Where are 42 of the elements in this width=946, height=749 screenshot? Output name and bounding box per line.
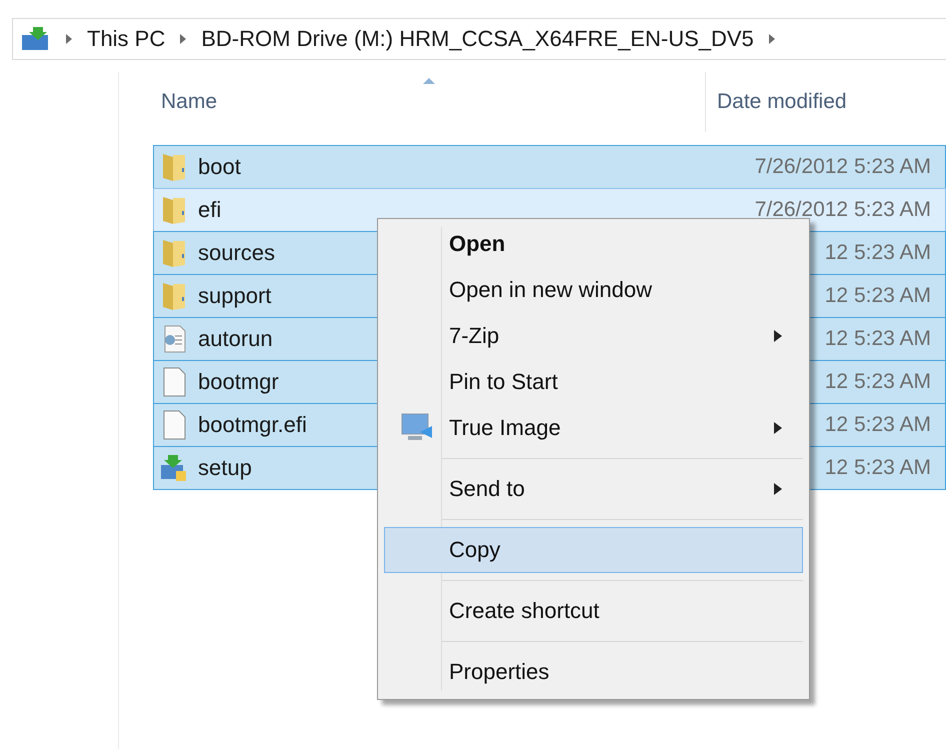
drive-icon [21,26,51,52]
file-row[interactable]: boot 7/26/2012 5:23 AM [153,145,946,189]
date-modified: 12 5:23 AM [824,284,931,308]
breadcrumb[interactable]: BD-ROM Drive (M:) HRM_CCSA_X64FRE_EN-US_DV5 [201,26,754,52]
file-name: setup [198,455,252,481]
date-modified: 12 5:23 AM [824,241,931,265]
column-header[interactable]: Date modified [705,72,925,132]
date-modified: 12 5:23 AM [824,327,931,351]
menu-item[interactable]: Pin to Start [384,359,803,405]
submenu-arrow-icon [774,483,782,495]
menu-item[interactable]: Copy [384,527,803,573]
chevron-icon[interactable] [179,34,188,44]
file-name: autorun [198,326,273,352]
breadcrumb[interactable]: This PC [87,26,166,52]
folder-icon [160,281,188,311]
folder-icon [160,238,188,268]
date-modified: 12 5:23 AM [824,456,931,480]
date-modified: 7/26/2012 5:23 AM [754,198,931,222]
date-modified: 12 5:23 AM [824,370,931,394]
file-name: support [198,283,272,309]
submenu-arrow-icon [774,330,782,342]
chevron-icon[interactable] [768,34,776,44]
chevron-icon[interactable] [65,34,73,44]
file-name: boot [198,154,241,180]
folder-icon [160,152,188,182]
file-name: bootmgr.efi [198,412,307,438]
file-name: sources [198,240,276,266]
menu-item[interactable]: Create shortcut [384,588,803,634]
column-header[interactable]: Name [153,72,705,132]
file-name: efi [198,197,222,223]
menu-item[interactable]: Open in new window [384,267,803,313]
date-modified: 12 5:23 AM [824,413,931,437]
date-modified: 7/26/2012 5:23 AM [754,155,931,179]
submenu-arrow-icon [774,422,782,434]
menu-item[interactable]: 7-Zip [384,313,803,359]
menu-item[interactable]: True Image [384,405,803,451]
file-name: bootmgr [198,369,279,395]
menu-item[interactable]: Properties [384,649,803,695]
folder-icon [160,195,188,225]
sort-caret-icon [423,78,436,84]
setup-icon [160,453,188,483]
menu-item[interactable]: Send to [384,466,803,512]
